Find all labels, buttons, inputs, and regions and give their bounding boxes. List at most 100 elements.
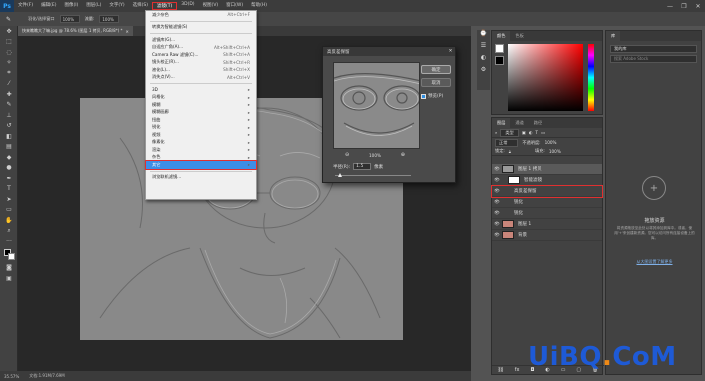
tab-channels[interactable]: 通道 <box>510 120 528 126</box>
shape-filter-icon[interactable]: ▭ <box>541 130 545 135</box>
tab-libraries[interactable]: 库 <box>606 31 621 41</box>
close-tab-icon[interactable]: ✕ <box>126 29 129 34</box>
tab-paths[interactable]: 路径 <box>529 120 547 126</box>
filter-menu-item[interactable]: 视频 ▸ <box>146 131 256 139</box>
maximize-button[interactable]: ❐ <box>677 0 691 12</box>
close-icon[interactable]: ✕ <box>446 47 455 56</box>
layer-row[interactable]: 👁︎ 智能滤镜 <box>492 175 602 186</box>
visibility-eye-icon[interactable]: 👁︎ <box>492 167 502 172</box>
adjustments-panel-icon[interactable]: ◐ <box>477 54 490 66</box>
menu-item-3[interactable]: 图层(L) <box>82 2 105 10</box>
color-swatches[interactable] <box>0 247 17 263</box>
filter-menu-item[interactable]: 杂色 ▸ <box>146 154 256 162</box>
opacity-field[interactable]: 100% <box>59 15 80 23</box>
radius-slider-handle[interactable] <box>338 173 342 177</box>
path-select-tool-icon[interactable]: ➤ <box>0 194 18 205</box>
visibility-eye-icon[interactable]: 👁︎ <box>492 211 502 216</box>
menu-item-7[interactable]: 3D(D) <box>177 2 198 10</box>
menu-item-6[interactable]: 滤镜(T) <box>151 2 178 10</box>
radius-slider-track[interactable] <box>335 175 411 176</box>
filter-menu-item[interactable]: Camera Raw 滤镜(C)... Shift+Ctrl+A <box>146 51 256 59</box>
layer-row[interactable]: 👁︎ 锐化 <box>492 208 602 219</box>
brush-tool-icon[interactable]: ✎ <box>6 16 11 23</box>
visibility-eye-icon[interactable]: 👁︎ <box>492 222 502 227</box>
ok-button[interactable]: 确定 <box>421 65 451 74</box>
brush-icon[interactable]: ✎ <box>0 100 18 111</box>
background-color-swatch[interactable] <box>495 56 504 65</box>
layer-row[interactable]: 👁︎ 锐化 <box>492 197 602 208</box>
flow-field[interactable]: 100% <box>99 15 120 23</box>
learn-more-link[interactable]: 从大图设置了解更多 <box>606 259 703 265</box>
preview-checkbox[interactable] <box>421 93 426 99</box>
filter-menu-item[interactable]: 浏览联机滤镜... <box>146 174 256 182</box>
blur-tool-icon[interactable]: ◆ <box>0 152 18 163</box>
history-panel-icon[interactable]: ⌚ <box>477 30 490 42</box>
filter-menu-item[interactable]: 其它 ▸ <box>145 160 257 170</box>
zoom-tool-icon[interactable]: ⌕ <box>0 226 18 237</box>
filter-menu-item[interactable]: 液化(L)... Shift+Ctrl+X <box>146 66 256 74</box>
menu-item-4[interactable]: 文字(Y) <box>105 2 128 10</box>
adjustment-filter-icon[interactable]: ◐ <box>529 130 533 135</box>
blend-mode-select[interactable]: 正常 <box>495 138 519 147</box>
gradient-tool-icon[interactable]: ▤ <box>0 142 18 153</box>
screen-mode-icon[interactable]: ▣ <box>0 273 18 284</box>
library-search-input[interactable]: 搜索 Adobe Stock <box>610 55 697 63</box>
healing-tool-icon[interactable]: ✚ <box>0 89 18 100</box>
filter-menu-item[interactable]: 转换为智能滤镜(S) <box>146 24 256 32</box>
menu-item-2[interactable]: 图像(I) <box>60 2 82 10</box>
tab-color[interactable]: 颜色 <box>492 31 511 41</box>
visibility-eye-icon[interactable]: 👁︎ <box>492 200 502 205</box>
filter-menu-item[interactable]: 镜头校正(R)... Shift+Ctrl+R <box>146 59 256 67</box>
add-asset-icon[interactable]: + <box>642 176 666 200</box>
crop-tool-icon[interactable]: ⌗ <box>0 68 18 79</box>
preview-toggle[interactable]: 预览(P) <box>421 93 443 99</box>
layer-row[interactable]: 👁︎ 高反差保留 <box>491 185 603 198</box>
filter-menu-item[interactable]: 模糊画廊 ▸ <box>146 109 256 117</box>
cancel-button[interactable]: 取消 <box>421 78 451 87</box>
foreground-color-swatch[interactable] <box>495 44 504 53</box>
link-layers-icon[interactable]: ⛓ <box>497 367 503 373</box>
zoom-in-icon[interactable]: ⊕ <box>401 152 405 158</box>
type-filter-icon[interactable]: T <box>535 130 538 135</box>
close-window-button[interactable]: ✕ <box>691 0 705 12</box>
filter-menu-item[interactable]: 像素化 ▸ <box>146 139 256 147</box>
filter-menu-item[interactable]: 减少杂色 Alt+Ctrl+F <box>146 11 256 19</box>
library-select[interactable]: 我的库 <box>610 45 697 53</box>
dodge-tool-icon[interactable]: ● <box>0 163 18 174</box>
layer-row[interactable]: 👁︎ 背景 <box>492 230 602 241</box>
filter-menu-item[interactable]: 3D ▸ <box>146 86 256 94</box>
layer-opacity-field[interactable]: 100% <box>545 140 557 145</box>
stamp-tool-icon[interactable]: ⊥ <box>0 110 18 121</box>
fill-field[interactable]: 100% <box>549 149 561 154</box>
marquee-tool-icon[interactable]: ⬚ <box>0 37 18 48</box>
zoom-level[interactable]: 35.57% <box>4 374 19 379</box>
move-tool-icon[interactable]: ✥ <box>0 26 18 37</box>
dialog-titlebar[interactable]: 高反差保留 ✕ <box>323 47 455 56</box>
layer-row[interactable]: 👁︎ 图层 1 <box>492 219 602 230</box>
menu-item-9[interactable]: 窗口(W) <box>222 2 247 10</box>
filter-menu-item[interactable]: 扭曲 ▸ <box>146 116 256 124</box>
filter-menu-item[interactable]: 消失点(V)... Alt+Ctrl+V <box>146 74 256 82</box>
menu-item-10[interactable]: 帮助(H) <box>247 2 271 10</box>
filter-menu-item[interactable]: 渲染 ▸ <box>146 146 256 154</box>
layer-row[interactable]: 👁︎ 图层 1 拷贝 <box>492 164 602 175</box>
mode-label[interactable]: 羽化/选择窗口 <box>28 16 55 22</box>
menu-item-8[interactable]: 视图(V) <box>199 2 223 10</box>
zoom-out-icon[interactable]: ⊖ <box>345 152 349 158</box>
radius-input[interactable]: 1.5 <box>353 163 372 170</box>
document-tab[interactable]: 快来瞧瞧大了嘛.jpg @ 78.6% (图层 1 拷贝, RGB/8*) * … <box>18 26 133 36</box>
lock-icon[interactable]: 🔒︎ <box>509 149 511 154</box>
menu-item-5[interactable]: 选择(S) <box>129 2 152 10</box>
pen-tool-icon[interactable]: ✒ <box>0 173 18 184</box>
visibility-eye-icon[interactable]: 👁︎ <box>492 233 502 238</box>
hand-tool-icon[interactable]: ✋ <box>0 215 18 226</box>
image-filter-icon[interactable]: ▣ <box>522 130 526 135</box>
tab-swatches[interactable]: 色板 <box>510 33 528 39</box>
filter-menu-item[interactable]: 风格化 ▸ <box>146 94 256 102</box>
history-brush-icon[interactable]: ↺ <box>0 121 18 132</box>
hue-slider[interactable] <box>588 44 594 111</box>
visibility-eye-icon[interactable]: 👁︎ <box>492 189 502 194</box>
visibility-eye-icon[interactable]: 👁︎ <box>492 178 502 183</box>
filter-menu-item[interactable]: 自适应广角(A)... Alt+Shift+Ctrl+A <box>146 44 256 52</box>
menu-item-1[interactable]: 编辑(E) <box>37 2 60 10</box>
